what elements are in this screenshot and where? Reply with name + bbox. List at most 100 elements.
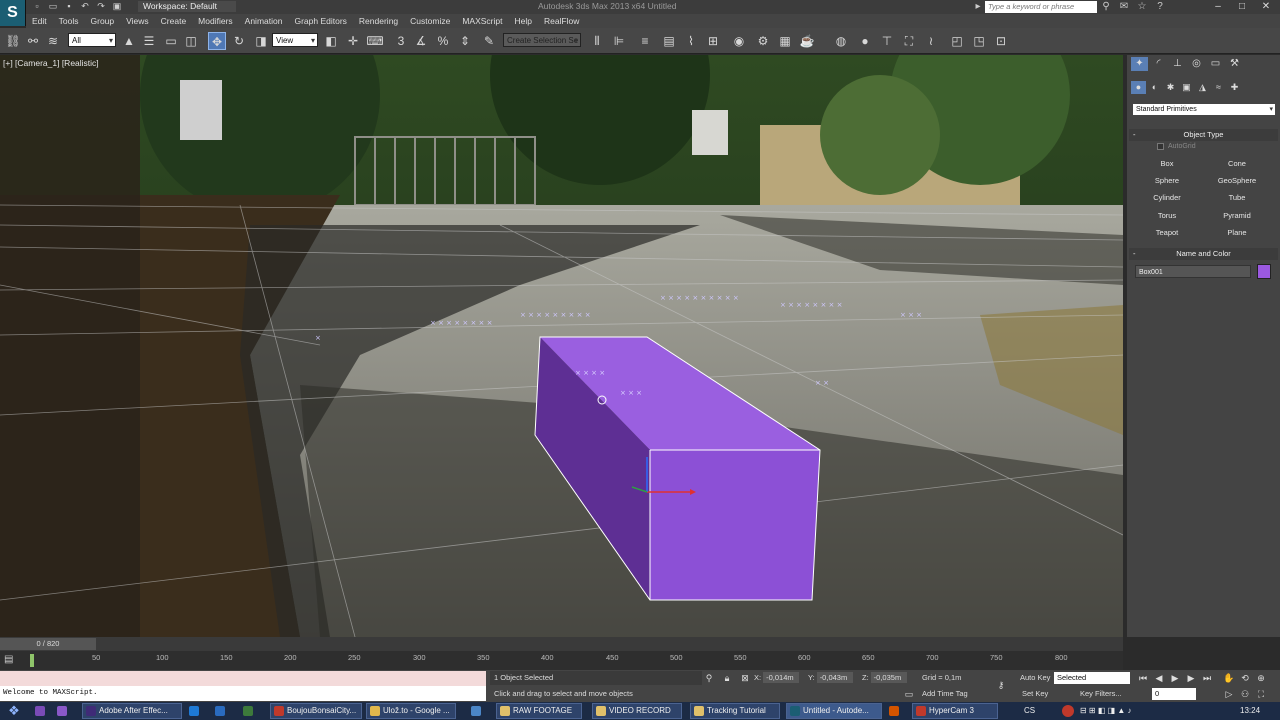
taskbar-chrome[interactable]: Ulož.to - Google ... bbox=[366, 703, 456, 719]
pinned-app-icon[interactable] bbox=[886, 703, 899, 719]
current-frame-field[interactable]: 0 bbox=[1152, 688, 1196, 700]
utilities-tab-icon[interactable]: ⚒ bbox=[1226, 57, 1243, 71]
tray-icons[interactable]: ⊟ ⊞ ◧ ◨ ▲ ♪ bbox=[1080, 703, 1132, 719]
render-production-icon[interactable]: ☕ bbox=[798, 32, 816, 50]
close-icon[interactable]: ✕ bbox=[1254, 0, 1278, 13]
sphere-button[interactable]: Sphere bbox=[1134, 173, 1200, 188]
menu-create[interactable]: Create bbox=[155, 14, 193, 28]
taskbar-hypercam[interactable]: HyperCam 3 bbox=[912, 703, 998, 719]
redo-icon[interactable]: ↷ bbox=[96, 1, 106, 12]
menu-views[interactable]: Views bbox=[120, 14, 155, 28]
geosphere-button[interactable]: GeoSphere bbox=[1204, 173, 1270, 188]
viewport-label[interactable]: [+] [Camera_1] [Realistic] bbox=[3, 58, 99, 68]
rectangular-selection-icon[interactable]: ▭ bbox=[162, 32, 180, 50]
start-button-icon[interactable]: ❖ bbox=[1, 702, 27, 720]
render-setup-icon[interactable]: ⚙ bbox=[754, 32, 772, 50]
play-icon[interactable]: ▶ bbox=[1168, 671, 1182, 685]
box-button[interactable]: Box bbox=[1134, 156, 1200, 171]
taskbar-boujou[interactable]: BoujouBonsaiCity... bbox=[270, 703, 362, 719]
pinned-app-icon[interactable] bbox=[186, 703, 199, 719]
app-logo[interactable]: S bbox=[0, 0, 26, 26]
menu-graph-editors[interactable]: Graph Editors bbox=[288, 14, 352, 28]
taskbar-after-effects[interactable]: Adobe After Effec... bbox=[82, 703, 182, 719]
pinned-app-icon[interactable] bbox=[240, 703, 253, 719]
track-bar[interactable]: ▤ 50 100 150 200 250 300 350 400 450 500… bbox=[0, 651, 1123, 670]
shapes-icon[interactable]: ◐ bbox=[1147, 81, 1162, 94]
menu-modifiers[interactable]: Modifiers bbox=[192, 14, 238, 28]
emitter-icon[interactable]: ● bbox=[856, 32, 874, 50]
key-mode-dropdown[interactable]: Selected bbox=[1054, 672, 1130, 684]
field-of-view-icon[interactable]: ▷ bbox=[1222, 687, 1236, 701]
helpers-icon[interactable]: ◮ bbox=[1195, 81, 1210, 94]
name-and-color-rollout[interactable]: Name and Color bbox=[1129, 248, 1278, 260]
language-indicator[interactable]: CS bbox=[1024, 703, 1035, 719]
binoculars-icon[interactable]: ⚲ bbox=[1100, 1, 1112, 13]
lock-selection-icon[interactable]: 🔒︎ bbox=[720, 671, 734, 685]
go-to-start-icon[interactable]: ⏮ bbox=[1136, 671, 1150, 685]
undo-icon[interactable]: ↶ bbox=[80, 1, 90, 12]
hierarchy-tab-icon[interactable]: ⊥ bbox=[1169, 57, 1186, 71]
time-slider[interactable]: 0 / 820 bbox=[0, 638, 96, 650]
plane-button[interactable]: Plane bbox=[1204, 225, 1270, 240]
link-icon[interactable]: ⛓ bbox=[4, 32, 22, 50]
time-tag-icon[interactable]: ▭ bbox=[902, 687, 916, 701]
mini-curve-editor-icon[interactable]: ▤ bbox=[4, 654, 18, 666]
menu-group[interactable]: Group bbox=[85, 14, 121, 28]
select-and-scale-icon[interactable]: ◨ bbox=[252, 32, 270, 50]
angle-snap-icon[interactable]: ∡ bbox=[412, 32, 430, 50]
select-and-move-icon[interactable]: ✥ bbox=[208, 32, 226, 50]
search-input[interactable]: Type a keyword or phrase bbox=[985, 1, 1097, 13]
motion-tab-icon[interactable]: ◎ bbox=[1188, 57, 1205, 71]
clock[interactable]: 13:24 bbox=[1240, 703, 1260, 719]
graphite-toggle-icon[interactable]: ▤ bbox=[660, 32, 678, 50]
wave-icon[interactable]: ≀ bbox=[922, 32, 940, 50]
pan-icon[interactable]: ✋ bbox=[1222, 671, 1236, 685]
menu-rendering[interactable]: Rendering bbox=[353, 14, 404, 28]
percent-snap-icon[interactable]: % bbox=[434, 32, 452, 50]
auto-key-button[interactable]: Auto Key bbox=[1020, 671, 1050, 685]
communication-center-icon[interactable]: ✉ bbox=[1118, 1, 1130, 13]
project-folder-icon[interactable]: ▣ bbox=[112, 1, 122, 12]
camera-viewport[interactable]: × × × × × × × × × × × × × × × × × × × × … bbox=[0, 55, 1123, 637]
align-icon[interactable]: ⊫ bbox=[610, 32, 628, 50]
minimize-icon[interactable]: – bbox=[1206, 0, 1230, 13]
curve-editor-icon[interactable]: ⌇ bbox=[682, 32, 700, 50]
x-value[interactable]: -0,014m bbox=[763, 672, 800, 683]
favorites-icon[interactable]: ☆ bbox=[1136, 1, 1148, 13]
maxscript-mini-listener[interactable] bbox=[0, 671, 486, 686]
key-filters-button[interactable]: Key Filters... bbox=[1080, 687, 1122, 701]
keyboard-shortcut-override-icon[interactable]: ⌨ bbox=[366, 32, 384, 50]
primitive-type-dropdown[interactable]: Standard Primitives bbox=[1133, 104, 1275, 115]
taskbar-tracking-tutorial[interactable]: Tracking Tutorial bbox=[690, 703, 780, 719]
previous-frame-icon[interactable]: ◀ bbox=[1152, 671, 1166, 685]
menu-tools[interactable]: Tools bbox=[53, 14, 85, 28]
object-color-swatch[interactable] bbox=[1257, 264, 1271, 279]
display-tab-icon[interactable]: ▭ bbox=[1207, 57, 1224, 71]
next-frame-icon[interactable]: ▶ bbox=[1184, 671, 1198, 685]
mesh-icon[interactable]: ⛶ bbox=[900, 32, 918, 50]
cylinder-button[interactable]: Cylinder bbox=[1134, 190, 1200, 205]
torus-button[interactable]: Torus bbox=[1134, 208, 1200, 223]
create-tab-icon[interactable]: ✦ bbox=[1131, 57, 1148, 71]
pinned-app-icon[interactable] bbox=[32, 703, 45, 719]
cone-button[interactable]: Cone bbox=[1204, 156, 1270, 171]
select-and-manipulate-icon[interactable]: ✛ bbox=[344, 32, 362, 50]
rendered-frame-window-icon[interactable]: ▦ bbox=[776, 32, 794, 50]
pinned-app-icon[interactable] bbox=[212, 703, 225, 719]
pinned-app-icon[interactable] bbox=[54, 703, 67, 719]
y-value[interactable]: -0,043m bbox=[816, 672, 853, 683]
geometry-icon[interactable]: ● bbox=[1131, 81, 1146, 94]
zoom-extents-icon[interactable]: ⊕ bbox=[1254, 671, 1268, 685]
autogrid-checkbox[interactable]: AutoGrid bbox=[1157, 143, 1196, 150]
maximize-icon[interactable]: □ bbox=[1230, 0, 1254, 13]
pin-icon[interactable]: ⚲ bbox=[702, 671, 716, 685]
pyramid-button[interactable]: Pyramid bbox=[1204, 208, 1270, 223]
maxscript-output[interactable]: Welcome to MAXScript. bbox=[0, 686, 486, 701]
menu-animation[interactable]: Animation bbox=[239, 14, 289, 28]
unlink-icon[interactable]: ⚯ bbox=[24, 32, 42, 50]
new-file-icon[interactable]: ▫ bbox=[32, 1, 42, 12]
menu-maxscript[interactable]: MAXScript bbox=[456, 14, 508, 28]
walk-through-icon[interactable]: ⚇ bbox=[1238, 687, 1252, 701]
realflow-icon[interactable]: ◍ bbox=[832, 32, 850, 50]
save-file-icon[interactable]: ▪ bbox=[64, 1, 74, 12]
